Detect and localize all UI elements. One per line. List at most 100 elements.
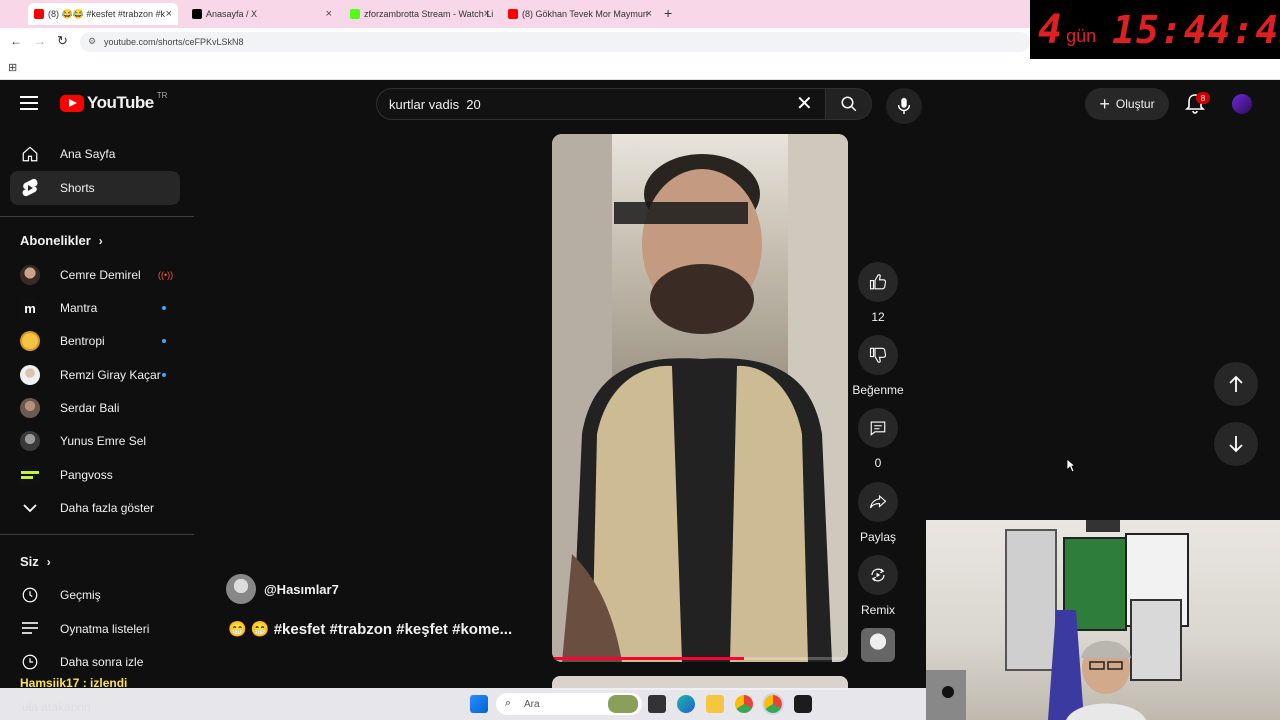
close-tab-icon[interactable]: × bbox=[484, 8, 490, 20]
edge-browser-icon[interactable] bbox=[677, 695, 695, 713]
like-button[interactable] bbox=[858, 262, 898, 302]
tab-title: zforzambrotta Stream - Watch Li bbox=[364, 9, 494, 19]
tab-title: (8) Gökhan Tevek Mor Maymun bbox=[522, 9, 648, 19]
sidebar-item-mantra[interactable]: m Mantra bbox=[10, 291, 180, 325]
stream-chat-overlay: Hamsiik17 : izlendi ula atakannn bbox=[0, 674, 300, 720]
chrome-active-icon[interactable] bbox=[762, 693, 784, 715]
browser-tab-kick[interactable]: zforzambrotta Stream - Watch Li × bbox=[344, 3, 496, 25]
youtube-header: YouTube TR ✕ + Oluştur bbox=[0, 80, 1280, 128]
dislike-button[interactable] bbox=[858, 335, 898, 375]
previous-short-button[interactable] bbox=[1214, 362, 1258, 406]
sidebar-item-label: Cemre Demirel bbox=[60, 268, 141, 282]
short-video-player[interactable] bbox=[552, 134, 848, 662]
share-button[interactable] bbox=[858, 482, 898, 522]
back-icon[interactable]: ← bbox=[10, 34, 22, 48]
timer-clock: 15:44:45 bbox=[1112, 7, 1280, 52]
close-tab-icon[interactable]: × bbox=[326, 8, 332, 20]
sidebar-item-label: Mantra bbox=[60, 301, 98, 315]
you-heading[interactable]: Siz › bbox=[20, 554, 51, 569]
remix-action[interactable]: Remix bbox=[852, 555, 904, 617]
voice-search-button[interactable] bbox=[886, 88, 922, 124]
channel-name[interactable]: @Hasımlar7 bbox=[264, 582, 339, 597]
browser-tab-youtube[interactable]: (8) 😂😂 #kesfet #trabzon #k × bbox=[28, 3, 178, 25]
browser-tab-x[interactable]: Anasayfa / X × bbox=[186, 3, 338, 25]
show-more-button[interactable]: Daha fazla göster bbox=[10, 491, 180, 525]
sidebar: Ana Sayfa Shorts Abonelikler › Cemre Dem… bbox=[0, 128, 194, 688]
chevron-right-icon: › bbox=[98, 233, 103, 248]
sidebar-item-history[interactable]: Geçmiş bbox=[10, 578, 180, 612]
webcam-feed bbox=[926, 520, 1189, 720]
chat-message: ula atakannn bbox=[22, 700, 91, 714]
arrow-up-icon bbox=[1229, 375, 1243, 392]
url-text: youtube.com/shorts/ceFPKvLSkN8 bbox=[104, 37, 244, 47]
short-title[interactable]: 😁 😁 #kesfet #trabzon #keşfet #kome... bbox=[228, 620, 512, 638]
url-field[interactable]: ⚙ youtube.com/shorts/ceFPKvLSkN8 bbox=[80, 32, 1030, 52]
menu-icon[interactable] bbox=[20, 96, 38, 110]
task-view-icon[interactable] bbox=[648, 695, 666, 713]
sound-thumbnail[interactable] bbox=[861, 628, 895, 662]
channel-avatar bbox=[20, 365, 40, 385]
close-tab-icon[interactable]: × bbox=[646, 8, 652, 20]
short-channel[interactable]: @Hasımlar7 bbox=[226, 574, 339, 604]
new-tab-icon[interactable]: + bbox=[664, 5, 672, 21]
stream-timer-overlay: 4 gün 15:44:45 bbox=[1030, 0, 1280, 59]
thumbs-up-icon bbox=[869, 274, 887, 290]
sidebar-item-pangvoss[interactable]: Pangvoss bbox=[10, 458, 180, 492]
channel-avatar bbox=[20, 431, 40, 451]
sidebar-item-serdar-bali[interactable]: Serdar Bali bbox=[10, 391, 180, 425]
browser-tab-youtube-2[interactable]: (8) Gökhan Tevek Mor Maymun × bbox=[502, 3, 658, 25]
remix-button[interactable] bbox=[858, 555, 898, 595]
search-button[interactable] bbox=[826, 88, 872, 120]
forward-icon[interactable]: → bbox=[34, 34, 46, 48]
pangvoss-logo-icon bbox=[20, 465, 40, 485]
create-button[interactable]: + Oluştur bbox=[1085, 88, 1169, 120]
sidebar-divider bbox=[0, 216, 194, 217]
like-action[interactable]: 12 bbox=[852, 262, 904, 324]
youtube-logo[interactable]: YouTube TR bbox=[60, 91, 167, 113]
comments-button[interactable] bbox=[858, 408, 898, 448]
share-action[interactable]: Paylaş bbox=[852, 482, 904, 544]
next-short-button[interactable] bbox=[1214, 422, 1258, 466]
channel-avatar[interactable] bbox=[226, 574, 256, 604]
apps-grid-icon[interactable]: ⊞ bbox=[8, 61, 17, 74]
clock-icon bbox=[20, 652, 40, 672]
windows-start-icon[interactable] bbox=[470, 695, 488, 713]
chevron-right-icon: › bbox=[46, 554, 51, 569]
sidebar-item-yunus-emre-sel[interactable]: Yunus Emre Sel bbox=[10, 424, 180, 458]
sidebar-item-label: Ana Sayfa bbox=[60, 147, 116, 161]
sidebar-item-shorts[interactable]: Shorts bbox=[10, 171, 180, 205]
search-input[interactable] bbox=[376, 88, 826, 120]
sidebar-item-label: Daha sonra izle bbox=[60, 655, 144, 669]
logo-text: YouTube bbox=[87, 93, 154, 112]
sidebar-divider bbox=[0, 534, 194, 535]
account-avatar[interactable] bbox=[1232, 94, 1252, 114]
app-icon[interactable] bbox=[794, 695, 812, 713]
comments-action[interactable]: 0 bbox=[852, 408, 904, 470]
chrome-icon[interactable] bbox=[735, 695, 753, 713]
plus-icon: + bbox=[1099, 94, 1110, 114]
kick-favicon-icon bbox=[350, 9, 360, 19]
sidebar-item-home[interactable]: Ana Sayfa bbox=[10, 137, 180, 171]
video-frame bbox=[552, 134, 848, 662]
timer-days: 4 bbox=[1038, 6, 1063, 53]
sidebar-item-remzi-giray-kacar[interactable]: Remzi Giray Kaçar bbox=[10, 358, 180, 392]
search-icon bbox=[841, 96, 856, 112]
sidebar-item-playlists[interactable]: Oynatma listeleri bbox=[10, 612, 180, 646]
subscriptions-heading-label: Abonelikler bbox=[20, 233, 91, 248]
file-explorer-icon[interactable] bbox=[706, 695, 724, 713]
comment-icon bbox=[870, 421, 886, 436]
sidebar-item-cemre-demirel[interactable]: Cemre Demirel ((•)) bbox=[10, 258, 180, 292]
clear-search-icon[interactable]: ✕ bbox=[796, 94, 813, 114]
arrow-down-icon bbox=[1229, 436, 1243, 453]
reload-icon[interactable]: ↻ bbox=[57, 33, 68, 49]
dislike-action[interactable]: Beğenme bbox=[852, 335, 904, 397]
video-progress-fill[interactable] bbox=[552, 657, 745, 660]
mantra-logo-icon: m bbox=[20, 298, 40, 318]
site-info-icon[interactable]: ⚙ bbox=[88, 36, 96, 47]
sidebar-item-bentropi[interactable]: Bentropi bbox=[10, 324, 180, 358]
remix-label: Remix bbox=[860, 603, 895, 617]
shorts-icon bbox=[20, 178, 40, 198]
close-tab-icon[interactable]: × bbox=[166, 8, 172, 20]
weather-widget-icon[interactable] bbox=[608, 695, 638, 713]
subscriptions-heading[interactable]: Abonelikler › bbox=[20, 233, 103, 248]
